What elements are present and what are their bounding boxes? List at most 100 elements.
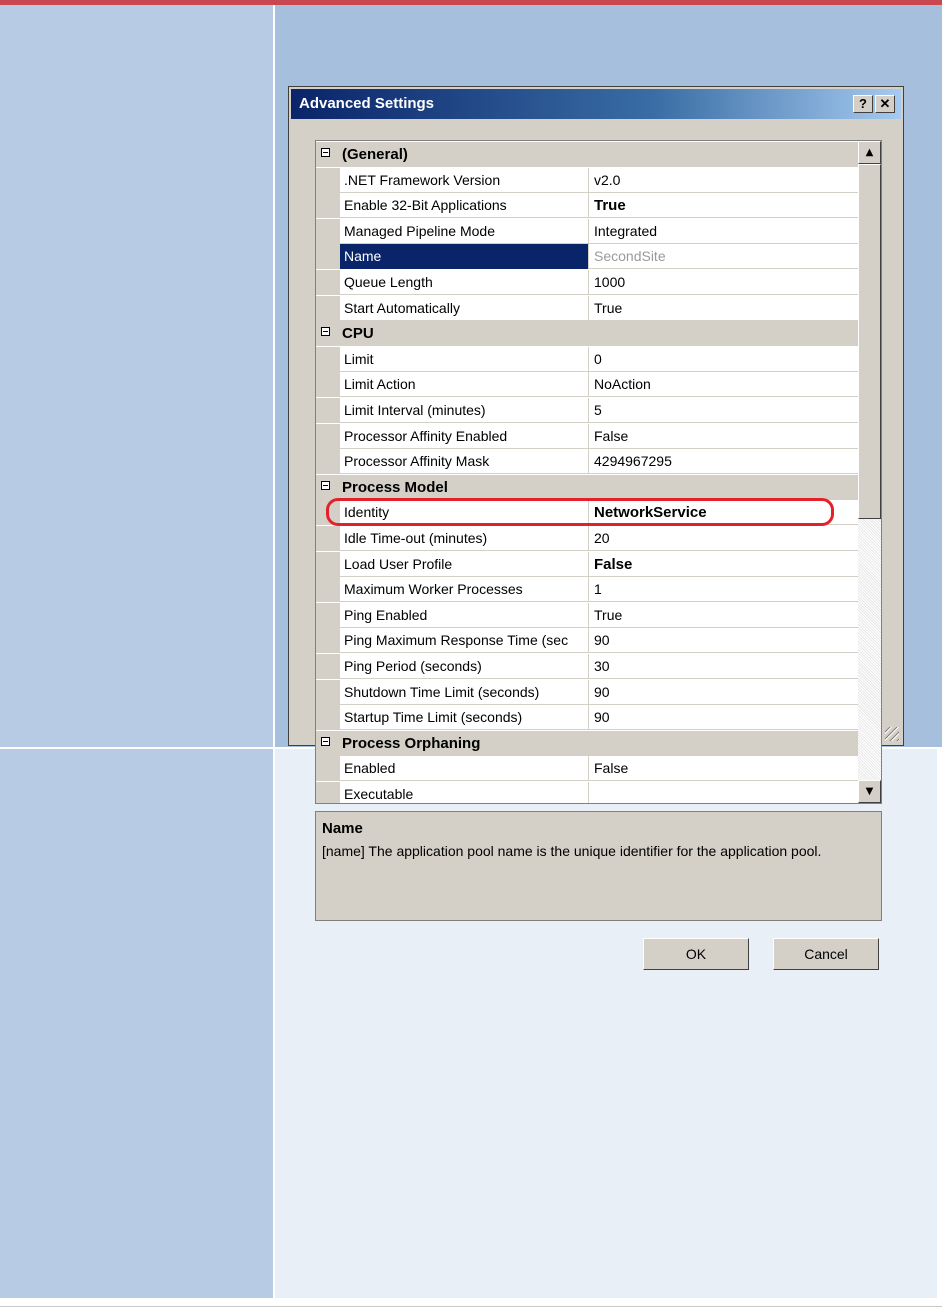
property-row[interactable]: Ping Period (seconds) 30 bbox=[316, 654, 858, 679]
property-value[interactable]: 5 bbox=[594, 402, 602, 418]
description-panel: Name [name] The application pool name is… bbox=[315, 811, 882, 921]
scroll-thumb[interactable] bbox=[858, 164, 881, 519]
row-gutter bbox=[316, 372, 340, 397]
property-value[interactable]: 90 bbox=[594, 684, 610, 700]
row-gutter bbox=[316, 603, 340, 628]
property-name: Ping Period (seconds) bbox=[344, 658, 482, 674]
property-row[interactable]: Limit Action NoAction bbox=[316, 372, 858, 397]
property-value[interactable]: 20 bbox=[594, 530, 610, 546]
category-row[interactable]: (General) bbox=[316, 142, 858, 167]
property-row[interactable]: Shutdown Time Limit (seconds) 90 bbox=[316, 680, 858, 705]
property-row[interactable]: Limit 0 bbox=[316, 347, 858, 372]
row-gutter bbox=[316, 654, 340, 679]
column-divider bbox=[588, 372, 589, 397]
property-name: Enable 32-Bit Applications bbox=[344, 197, 507, 213]
property-value[interactable]: 30 bbox=[594, 658, 610, 674]
collapse-icon[interactable] bbox=[321, 148, 330, 157]
property-name: Managed Pipeline Mode bbox=[344, 223, 495, 239]
category-row[interactable]: Process Model bbox=[316, 475, 858, 500]
property-row[interactable]: Ping Enabled True bbox=[316, 603, 858, 628]
page-bottom-rule bbox=[0, 1306, 942, 1307]
property-value[interactable]: v2.0 bbox=[594, 172, 620, 188]
property-row[interactable]: Start Automatically True bbox=[316, 296, 858, 321]
property-row[interactable]: Limit Interval (minutes) 5 bbox=[316, 398, 858, 423]
property-value[interactable]: NoAction bbox=[594, 376, 651, 392]
property-row[interactable]: Queue Length 1000 bbox=[316, 270, 858, 295]
property-value[interactable]: 90 bbox=[594, 632, 610, 648]
column-divider bbox=[588, 449, 589, 474]
description-text: [name] The application pool name is the … bbox=[322, 843, 822, 859]
collapse-icon[interactable] bbox=[321, 327, 330, 336]
property-value[interactable]: 1 bbox=[594, 581, 602, 597]
property-value[interactable]: False bbox=[594, 556, 632, 573]
property-value[interactable]: 90 bbox=[594, 709, 610, 725]
property-row[interactable]: Processor Affinity Mask 4294967295 bbox=[316, 449, 858, 474]
close-button[interactable]: ✕ bbox=[875, 95, 895, 113]
property-row[interactable]: Managed Pipeline Mode Integrated bbox=[316, 219, 858, 244]
property-name: Load User Profile bbox=[344, 556, 453, 572]
property-value[interactable]: False bbox=[594, 428, 628, 444]
property-value[interactable]: 4294967295 bbox=[594, 453, 672, 469]
property-name: Executable bbox=[344, 786, 414, 802]
column-divider bbox=[588, 654, 589, 679]
property-value[interactable]: True bbox=[594, 197, 626, 214]
row-gutter bbox=[316, 270, 340, 295]
scroll-up-icon[interactable]: ▲ bbox=[858, 141, 881, 164]
property-row[interactable]: Startup Time Limit (seconds) 90 bbox=[316, 705, 858, 730]
collapse-icon[interactable] bbox=[321, 737, 330, 746]
row-gutter bbox=[316, 424, 340, 449]
category-row[interactable]: CPU bbox=[316, 321, 858, 346]
property-name: Idle Time-out (minutes) bbox=[344, 530, 488, 546]
row-gutter bbox=[316, 552, 340, 577]
property-row[interactable]: Idle Time-out (minutes) 20 bbox=[316, 526, 858, 551]
property-row[interactable]: Load User Profile False bbox=[316, 552, 858, 577]
category-row[interactable]: Process Orphaning bbox=[316, 731, 858, 756]
resize-grip-icon[interactable] bbox=[885, 727, 899, 741]
column-divider bbox=[588, 424, 589, 449]
property-value[interactable]: True bbox=[594, 300, 622, 316]
property-value[interactable]: SecondSite bbox=[594, 248, 666, 264]
collapse-icon[interactable] bbox=[321, 481, 330, 490]
scroll-down-icon[interactable]: ▼ bbox=[858, 780, 881, 803]
property-row[interactable]: Maximum Worker Processes 1 bbox=[316, 577, 858, 602]
property-row[interactable]: Name SecondSite bbox=[316, 244, 858, 269]
description-title: Name bbox=[322, 820, 363, 837]
property-row[interactable]: Ping Maximum Response Time (sec 90 bbox=[316, 628, 858, 653]
row-gutter bbox=[316, 219, 340, 244]
property-row[interactable]: Enabled False bbox=[316, 756, 858, 781]
row-gutter bbox=[316, 244, 340, 269]
property-value[interactable]: True bbox=[594, 607, 622, 623]
property-name: Startup Time Limit (seconds) bbox=[344, 709, 523, 725]
property-name: Start Automatically bbox=[344, 300, 460, 316]
ok-button[interactable]: OK bbox=[643, 938, 749, 970]
property-value[interactable]: False bbox=[594, 760, 628, 776]
property-name: Processor Affinity Enabled bbox=[344, 428, 508, 444]
property-value[interactable]: Integrated bbox=[594, 223, 657, 239]
column-divider bbox=[588, 398, 589, 423]
property-row[interactable]: Executable bbox=[316, 782, 858, 803]
row-gutter bbox=[316, 705, 340, 730]
dialog-title-bar[interactable]: Advanced Settings ? ✕ bbox=[291, 89, 901, 119]
property-name: Limit Interval (minutes) bbox=[344, 402, 486, 418]
advanced-settings-dialog: Advanced Settings ? ✕ (General) .NET Fram… bbox=[288, 86, 904, 970]
row-gutter bbox=[316, 193, 340, 218]
column-divider bbox=[588, 296, 589, 321]
property-row[interactable]: Processor Affinity Enabled False bbox=[316, 424, 858, 449]
property-row[interactable]: .NET Framework Version v2.0 bbox=[316, 168, 858, 193]
property-name: Enabled bbox=[344, 760, 396, 776]
table-cell-left-top bbox=[0, 5, 273, 747]
column-divider bbox=[588, 552, 589, 577]
vertical-scrollbar[interactable]: ▲ ▼ bbox=[858, 141, 881, 803]
property-value[interactable]: 1000 bbox=[594, 274, 625, 290]
row-gutter bbox=[316, 347, 340, 372]
column-divider bbox=[588, 168, 589, 193]
property-row[interactable]: Enable 32-Bit Applications True bbox=[316, 193, 858, 218]
help-button[interactable]: ? bbox=[853, 95, 873, 113]
property-name: Shutdown Time Limit (seconds) bbox=[344, 684, 540, 700]
column-divider bbox=[588, 628, 589, 653]
property-value[interactable]: 0 bbox=[594, 351, 602, 367]
row-gutter bbox=[316, 756, 340, 781]
row-gutter bbox=[316, 680, 340, 705]
column-divider bbox=[588, 680, 589, 705]
cancel-button[interactable]: Cancel bbox=[773, 938, 879, 970]
